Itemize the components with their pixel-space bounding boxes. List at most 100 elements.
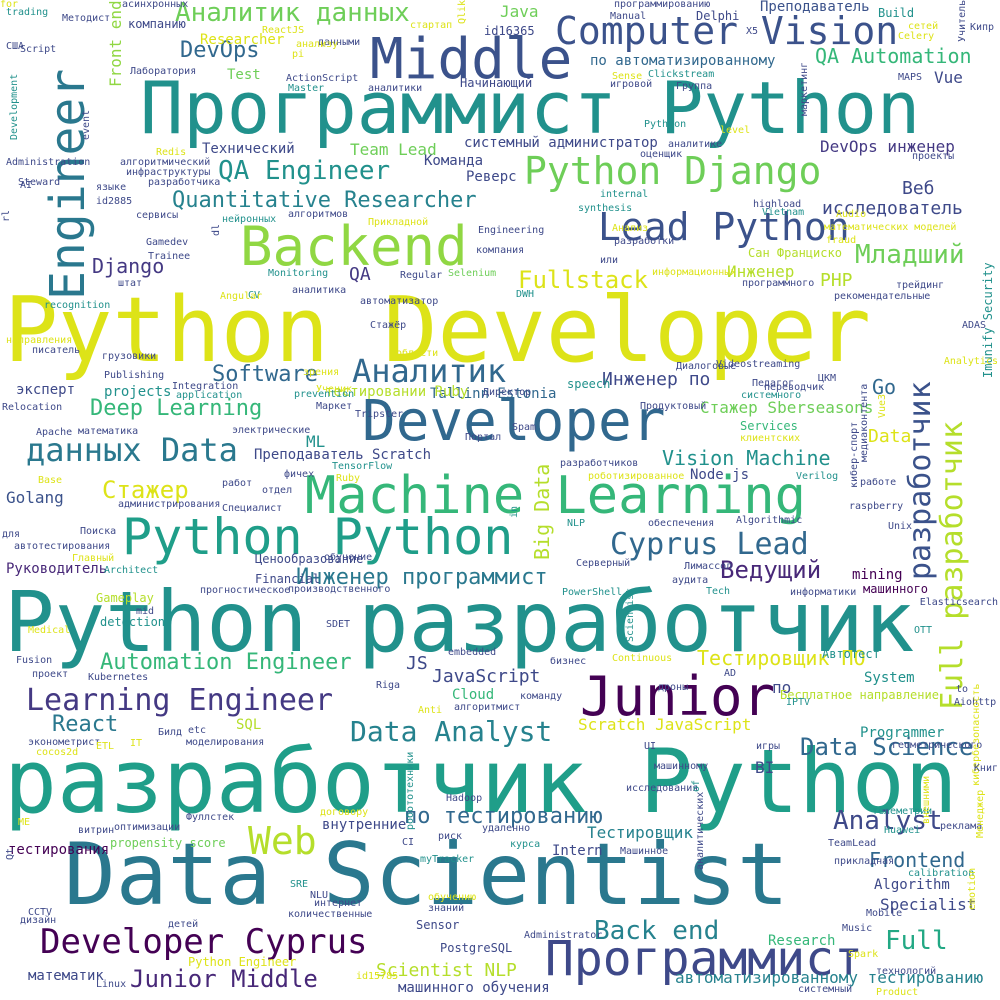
cloud-word: QA [349,264,371,285]
cloud-word: OTT [914,625,933,636]
cloud-word: Fusion [16,655,53,666]
cloud-word: synthesis [578,203,633,214]
cloud-word: геометрического [892,740,983,751]
cloud-word: прикладная [834,856,895,867]
cloud-word: прогностическое [200,585,291,596]
cloud-word: ME [18,817,31,828]
cloud-word: Delphi [696,9,740,23]
cloud-word: id16365 [484,24,535,38]
cloud-word: США [6,41,25,52]
cloud-word: Apache [36,427,73,438]
cloud-word: Master [288,83,325,94]
cloud-word: аналитика [292,285,347,296]
cloud-word: Spam [512,422,537,433]
cloud-word: fraud [826,235,857,246]
cloud-word: системный администратор [464,135,658,151]
cloud-word: Книг [973,763,998,774]
cloud-word: Диалоговые [676,361,737,372]
cloud-word: Full [885,926,948,956]
cloud-word: ML [306,432,326,451]
cloud-word: курса [510,839,541,850]
cloud-word: Начинающий [460,76,533,90]
cloud-word: бизнес [550,656,587,667]
cloud-word: моделирования [186,737,265,748]
cloud-word: игровой [610,79,653,90]
cloud-word: количественные [288,909,373,920]
cloud-word: Маркет [316,401,353,412]
cloud-word: Стажер Sberseasons [700,398,874,417]
cloud-word: Intern [552,843,603,859]
cloud-word: обучению [428,892,477,903]
cloud-word: Учитель [957,0,968,43]
cloud-word: программированию [614,0,711,10]
cloud-word: IPTV [786,697,811,708]
cloud-word: Портал [465,432,502,443]
cloud-word: автоматизатор [360,296,439,307]
cloud-word: Front end [106,0,125,87]
cloud-word: UI [644,741,657,752]
cloud-word: Gamedev [146,237,189,248]
cloud-word: id2885 [96,196,133,207]
cloud-word: Поиска [80,526,117,537]
cloud-word: Development [9,73,20,140]
cloud-word: Big Data [530,463,554,560]
cloud-word: Web [248,819,317,863]
cloud-word: Spark [848,949,879,960]
cloud-word: Build [878,6,915,20]
cloud-word: event [81,109,92,140]
cloud-word: Huawei [884,825,921,836]
cloud-word: Monitoring [268,268,329,279]
cloud-word: SRE [290,879,309,890]
cloud-word: Преподаватель Scratch [254,447,432,463]
cloud-word: etc [188,725,207,736]
cloud-word: Node js [690,467,750,483]
cloud-word: Product [876,987,919,998]
cloud-word: AD [724,668,737,679]
cloud-word: зрения [303,367,340,378]
cloud-word: recognition [44,300,111,311]
cloud-word: Реверс [466,169,517,185]
cloud-word: или [600,255,619,266]
cloud-word: Golang [6,488,64,507]
cloud-word: Аналитик [352,352,507,390]
cloud-word: Сан Франциско [748,246,842,260]
cloud-word: оценщик [640,149,683,160]
cloud-word: оптимизации [114,822,181,833]
cloud-word: Manual [610,11,647,22]
cloud-word: рекомендательные [834,291,931,302]
cloud-word: Base [38,475,63,486]
cloud-word: детей [168,919,199,930]
cloud-word: Back end [594,916,720,946]
cloud-word: PHP [820,270,853,291]
cloud-word: Algorithm [874,877,950,893]
cloud-word: Architect [104,565,159,576]
cloud-word: проекты [912,151,955,162]
cloud-word: propensity score [110,836,226,850]
cloud-word: штат [118,278,143,289]
cloud-word: Programmer [860,725,945,741]
cloud-word: Специалист [222,503,283,514]
cloud-word: Gameplay [96,591,154,605]
cloud-word: договору [320,807,369,818]
cloud-word: X5 [746,26,759,37]
cloud-word: Linux [96,979,127,990]
cloud-word: System [864,670,915,686]
cloud-word: for [0,0,19,10]
cloud-word: Automation Engineer [100,650,352,675]
cloud-word: JS [406,653,428,674]
cloud-word: prevention [294,389,355,400]
cloud-word: проект [32,669,69,680]
cloud-word: Celery [898,31,935,42]
cloud-word: id15785 [356,971,399,982]
cloud-word: грузовики [102,351,157,362]
cloud-word: Angular [220,291,263,302]
cloud-word: Unix [888,521,913,532]
cloud-word: информационных [652,267,737,278]
cloud-word: аналитических [695,791,706,870]
cloud-word: Билд [158,727,183,738]
cloud-word: Analytics [943,356,998,367]
cloud-word: трейдинг [896,280,945,291]
cloud-word: тестирования [8,842,110,858]
cloud-word: ADAS [962,320,987,331]
cloud-word: Tripster [355,409,404,420]
